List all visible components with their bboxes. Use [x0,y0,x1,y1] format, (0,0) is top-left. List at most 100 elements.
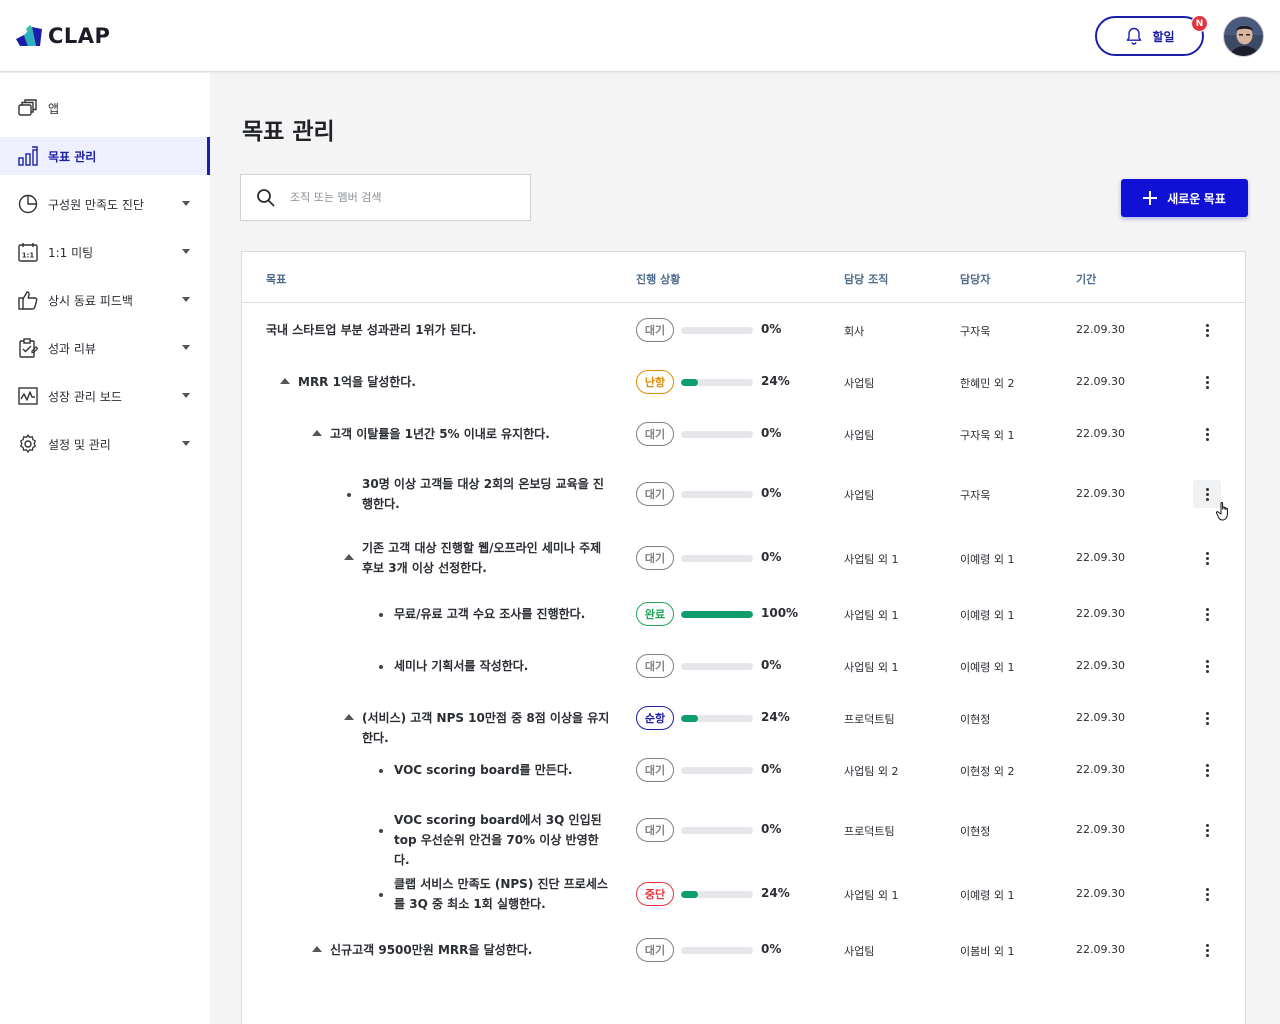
goal-title[interactable]: 세미나 기획서를 작성한다. [394,656,612,676]
more-options-icon[interactable] [1193,420,1221,448]
more-options-icon[interactable] [1193,600,1221,628]
progress-percent: 0% [761,550,782,564]
owner-cell: 이봄비 외 1 [960,945,1015,958]
top-header: CLAP 할일 N [0,0,1280,72]
goal-title[interactable]: 30명 이상 고객들 대상 2회의 온보딩 교육을 진행한다. [362,474,612,514]
goal-title[interactable]: 국내 스타트업 부분 성과관리 1위가 된다. [266,320,612,340]
sidebar-item-peer-feedback[interactable]: 상시 동료 피드백 [0,281,210,319]
progress-bar [681,611,753,618]
thumbs-up-icon [17,289,39,311]
sidebar-item-label: 상시 동료 피드백 [48,293,133,308]
more-options-icon[interactable] [1193,880,1221,908]
progress-bar [681,715,753,722]
collapse-triangle-icon[interactable] [280,378,290,384]
sidebar-item-apps[interactable]: 앱 [0,89,210,127]
sidebar-item-performance-review[interactable]: 성과 리뷰 [0,329,210,367]
owner-cell: 이예령 외 1 [960,889,1015,902]
org-cell: 회사 [844,325,865,338]
sidebar-item-settings[interactable]: 설정 및 관리 [0,425,210,463]
collapse-triangle-icon[interactable] [344,714,354,720]
progress-percent: 24% [761,374,790,388]
period-cell: 22.09.30 [1076,427,1125,440]
bullet-dot-icon [379,769,383,773]
owner-cell: 이예령 외 1 [960,553,1015,566]
chevron-down-icon[interactable] [182,393,190,398]
progress-fill [681,379,699,386]
collapse-triangle-icon[interactable] [312,430,322,436]
table-row[interactable]: 클랩 서비스 만족도 (NPS) 진단 프로세스를 3Q 중 최소 1회 실행한… [242,864,1245,924]
table-row[interactable]: MRR 1억을 달성한다. 난항 24% 사업팀 한혜민 외 2 22.09.30 [242,356,1245,408]
table-row[interactable]: 국내 스타트업 부분 성과관리 1위가 된다. 대기 0% 회사 구자욱 22.09.30 [242,304,1245,356]
goal-title[interactable]: (서비스) 고객 NPS 10만점 중 8점 이상을 유지한다. [362,708,612,748]
table-row[interactable]: 기존 고객 대상 진행할 웹/오프라인 세미나 주제 후보 3개 이상 선정한다… [242,528,1245,588]
table-row[interactable]: VOC scoring board를 만든다. 대기 0% 사업팀 외 2 이현정 외 … [242,744,1245,796]
table-row[interactable]: 고객 이탈률을 1년간 5% 이내로 유지한다. 대기 0% 사업팀 구자욱 외 1 22… [242,408,1245,460]
more-options-icon[interactable] [1193,936,1221,964]
table-row[interactable]: 30명 이상 고객들 대상 2회의 온보딩 교육을 진행한다. 대기 0% 사업팀 구자… [242,460,1245,528]
clap-logo[interactable]: CLAP [16,24,110,48]
sidebar-item-goal-management[interactable]: 목표 관리 [0,137,210,175]
status-badge: 순항 [636,706,674,730]
more-options-icon[interactable] [1193,316,1221,344]
progress-bar [681,891,753,898]
goal-title[interactable]: MRR 1억을 달성한다. [298,372,612,392]
progress-percent: 0% [761,762,782,776]
goal-title[interactable]: VOC scoring board를 만든다. [394,760,612,780]
chevron-down-icon[interactable] [182,297,190,302]
table-row[interactable]: VOC scoring board에서 3Q 인입된 top 우선순위 안건을 … [242,796,1245,867]
more-options-icon[interactable] [1193,756,1221,784]
collapse-triangle-icon[interactable] [344,554,354,560]
owner-cell: 구자욱 [960,489,991,502]
goal-title[interactable]: VOC scoring board에서 3Q 인입된 top 우선순위 안건을 … [394,810,612,870]
search-icon [257,188,275,207]
todo-button[interactable]: 할일 [1095,16,1204,56]
column-header-owner[interactable]: 담당자 [960,271,990,287]
more-options-icon[interactable] [1193,368,1221,396]
sidebar-item-satisfaction-survey[interactable]: 구성원 만족도 진단 [0,185,210,223]
period-cell: 22.09.30 [1076,323,1125,336]
sidebar-item-one-on-one[interactable]: 1:1 1:1 미팅 [0,233,210,271]
goal-title[interactable]: 무료/유료 고객 수요 조사를 진행한다. [394,604,612,624]
pie-chart-icon [17,193,39,215]
column-header-period[interactable]: 기간 [1076,271,1096,287]
table-row[interactable]: (서비스) 고객 NPS 10만점 중 8점 이상을 유지한다. 순항 24% 프로덕… [242,692,1245,745]
column-header-progress[interactable]: 진행 상황 [636,271,680,287]
chevron-down-icon[interactable] [182,441,190,446]
goal-title[interactable]: 신규고객 9500만원 MRR을 달성한다. [330,940,612,960]
period-cell: 22.09.30 [1076,887,1125,900]
progress-bar [681,491,753,498]
table-header: 목표 진행 상황 담당 조직 담당자 기간 [242,252,1245,303]
more-options-icon[interactable] [1193,816,1221,844]
more-options-icon[interactable] [1193,704,1221,732]
more-options-icon[interactable] [1193,652,1221,680]
user-avatar[interactable] [1223,16,1264,57]
sidebar-item-label: 목표 관리 [48,149,97,164]
column-header-goal[interactable]: 목표 [266,271,286,287]
period-cell: 22.09.30 [1076,375,1125,388]
chevron-down-icon[interactable] [182,201,190,206]
progress-percent: 24% [761,886,790,900]
chevron-down-icon[interactable] [182,249,190,254]
sidebar-item-label: 앱 [48,101,60,116]
org-cell: 프로덕트팀 [844,713,895,726]
bullet-dot-icon [379,893,383,897]
goal-title[interactable]: 클랩 서비스 만족도 (NPS) 진단 프로세스를 3Q 중 최소 1회 실행한… [394,874,612,914]
table-row[interactable]: 세미나 기획서를 작성한다. 대기 0% 사업팀 외 1 이예령 외 1 22.09.30 [242,640,1245,692]
search-box[interactable] [240,174,531,221]
table-row[interactable]: 신규고객 9500만원 MRR을 달성한다. 대기 0% 사업팀 이봄비 외 1 22.0… [242,924,1245,976]
sidebar-item-growth-board[interactable]: 성장 관리 보드 [0,377,210,415]
org-cell: 사업팀 외 2 [844,765,899,778]
new-goal-button[interactable]: 새로운 목표 [1121,179,1248,217]
goal-title[interactable]: 고객 이탈률을 1년간 5% 이내로 유지한다. [330,424,612,444]
period-cell: 22.09.30 [1076,607,1125,620]
chevron-down-icon[interactable] [182,345,190,350]
column-header-org[interactable]: 담당 조직 [844,271,888,287]
table-row[interactable]: 무료/유료 고객 수요 조사를 진행한다. 완료 100% 사업팀 외 1 이예령 외 … [242,588,1245,640]
collapse-triangle-icon[interactable] [312,946,322,952]
period-cell: 22.09.30 [1076,487,1125,500]
goal-title[interactable]: 기존 고객 대상 진행할 웹/오프라인 세미나 주제 후보 3개 이상 선정한다… [362,538,612,578]
search-input[interactable] [290,191,510,204]
status-badge: 대기 [636,422,674,446]
more-options-icon[interactable] [1193,544,1221,572]
new-goal-label: 새로운 목표 [1167,191,1226,206]
